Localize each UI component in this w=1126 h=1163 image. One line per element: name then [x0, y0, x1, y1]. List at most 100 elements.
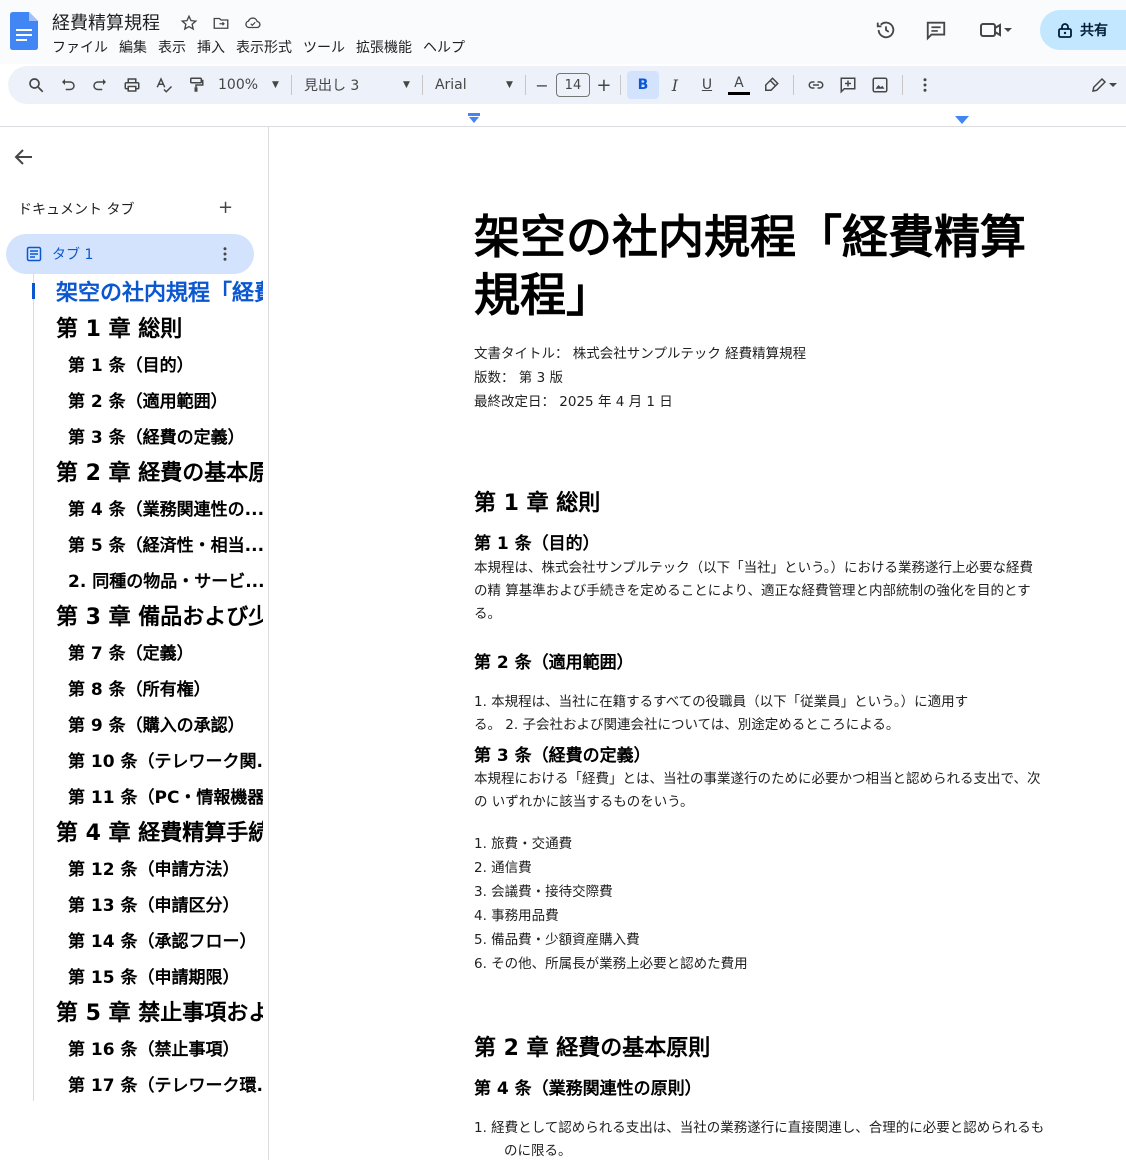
more-vertical-icon[interactable]	[216, 245, 234, 263]
outline-item[interactable]: 第 13 条（申請区分）	[34, 885, 263, 921]
image-icon	[872, 77, 888, 93]
document-tabs-sidebar: ドキュメント タブ + タブ 1 架空の社内規程「経費精... 第 1 章 総則…	[0, 127, 269, 1160]
comments-button[interactable]	[916, 10, 956, 50]
back-arrow-icon[interactable]	[12, 145, 36, 169]
menu-tools[interactable]: ツール	[303, 37, 345, 57]
article-body: 1. 本規程は、当社に在籍するすべての役職員（以下「従業員」という。）に適用す …	[474, 691, 1074, 737]
article-heading: 第 2 条（適用範囲）	[474, 653, 634, 673]
outline-item[interactable]: 第 9 条（購入の承認）	[34, 705, 263, 741]
add-comment-button[interactable]	[832, 71, 864, 99]
left-indent-marker-icon[interactable]	[468, 113, 480, 125]
right-indent-marker-icon[interactable]	[955, 116, 969, 126]
menu-bar: ファイル 編集 表示 挿入 表示形式 ツール 拡張機能 ヘルプ	[52, 37, 476, 57]
document-body[interactable]: 架空の社内規程「経費精算 規程」 文書タイトル： 株式会社サンプルテック 経費精…	[474, 208, 1074, 1163]
outline-item[interactable]: 第 1 条（目的）	[34, 345, 263, 381]
paint-format-icon	[190, 77, 204, 92]
redo-button[interactable]	[84, 71, 116, 99]
insert-image-button[interactable]	[864, 71, 896, 99]
article-body: 本規程は、株式会社サンプルテック（以下「当社」という。）における業務遂行上必要な…	[474, 557, 1074, 626]
outline-item[interactable]: 第 16 条（禁止事項）	[34, 1029, 263, 1065]
article-body: 本規程における「経費」とは、当社の事業遂行のために必要かつ相当と認められる支出で…	[474, 768, 1074, 814]
search-menus-button[interactable]	[20, 71, 52, 99]
highlight-button[interactable]	[755, 71, 787, 99]
menu-file[interactable]: ファイル	[52, 37, 108, 57]
zoom-value: 100%	[218, 77, 259, 93]
search-icon	[29, 78, 44, 93]
list-item: 5. 備品費・少額資産購入費	[474, 932, 640, 948]
outline-item[interactable]: 第 1 章 総則	[34, 309, 263, 345]
pencil-icon	[1092, 77, 1107, 92]
article-heading: 第 4 条（業務関連性の原則）	[474, 1079, 702, 1099]
outline-item[interactable]: 第 17 条（テレワーク環...	[34, 1065, 263, 1101]
tab-1[interactable]: タブ 1	[6, 234, 254, 274]
toolbar: 100% ▼ 見出し 3 ▼ Arial ▼ − 14 + B I U A	[8, 66, 1126, 104]
more-options-button[interactable]	[909, 71, 941, 99]
outline-item[interactable]: 第 12 条（申請方法）	[34, 849, 263, 885]
insert-link-button[interactable]	[800, 71, 832, 99]
outline-item[interactable]: 第 2 章 経費の基本原則	[34, 453, 263, 489]
outline-item[interactable]: 第 8 条（所有権）	[34, 669, 263, 705]
menu-help[interactable]: ヘルプ	[423, 37, 465, 57]
outline-item[interactable]: 第 5 章 禁止事項および留...	[34, 993, 263, 1029]
version-history-button[interactable]	[866, 10, 906, 50]
menu-insert[interactable]: 挿入	[197, 37, 225, 57]
move-folder-icon[interactable]	[210, 12, 232, 34]
outline-item[interactable]: 第 15 条（申請期限）	[34, 957, 263, 993]
body-line: 本規程は、株式会社サンプルテック（以下「当社」という。）における業務遂行上必要な…	[474, 560, 1034, 576]
text-color-button[interactable]: A	[723, 71, 755, 99]
outline-item[interactable]: 第 5 条（経済性・相当...	[34, 525, 263, 561]
meta-revised-date: 最終改定日： 2025 年 4 月 1 日	[474, 394, 673, 410]
outline-item[interactable]: 第 3 条（経費の定義）	[34, 417, 263, 453]
paint-format-button[interactable]	[180, 71, 212, 99]
document-heading-line: 規程」	[474, 268, 612, 322]
toolbar-divider	[290, 75, 292, 95]
zoom-select[interactable]: 100% ▼	[212, 71, 285, 99]
list-item: 6. その他、所属長が業務上必要と認めた費用	[474, 956, 748, 972]
undo-button[interactable]	[52, 71, 84, 99]
font-size-input[interactable]: 14	[555, 73, 590, 97]
cloud-saved-icon[interactable]	[242, 12, 264, 34]
menu-view[interactable]: 表示	[158, 37, 186, 57]
add-comment-icon	[840, 77, 856, 94]
outline-item[interactable]: 第 4 章 経費精算手続き	[34, 813, 263, 849]
print-button[interactable]	[116, 71, 148, 99]
outline-item[interactable]: 第 7 条（定義）	[34, 633, 263, 669]
lock-icon	[1058, 23, 1072, 38]
outline-item[interactable]: 第 14 条（承認フロー）	[34, 921, 263, 957]
editing-mode-button[interactable]	[1082, 71, 1126, 99]
font-select[interactable]: Arial ▼	[429, 71, 519, 99]
chapter-heading: 第 2 章 経費の基本原則	[474, 1036, 711, 1061]
menu-format[interactable]: 表示形式	[236, 37, 292, 57]
list-item: 4. 事務用品費	[474, 908, 559, 924]
outline-item[interactable]: 2. 同種の物品・サービ...	[34, 561, 263, 597]
style-select[interactable]: 見出し 3 ▼	[298, 71, 416, 99]
body-line: 1. 経費として認められる支出は、当社の業務遂行に直接関連し、合理的に必要と認め…	[474, 1120, 1045, 1136]
outline-item[interactable]: 第 11 条（PC・情報機器...	[34, 777, 263, 813]
outline-item[interactable]: 第 2 条（適用範囲）	[34, 381, 263, 417]
redo-icon	[93, 79, 106, 91]
menu-extensions[interactable]: 拡張機能	[356, 37, 412, 57]
document-heading: 架空の社内規程「経費精算 規程」	[474, 208, 1074, 324]
meet-button[interactable]	[970, 10, 1022, 50]
menu-edit[interactable]: 編集	[119, 37, 147, 57]
share-button[interactable]: 共有	[1040, 10, 1126, 50]
italic-button[interactable]: I	[659, 71, 691, 99]
underline-button[interactable]: U	[691, 71, 723, 99]
outline-item[interactable]: 第 4 条（業務関連性の...	[34, 489, 263, 525]
body-line: の精 算基準および手続きを定めることにより、適正な経費管理と内部統制の強化を目的…	[474, 583, 1031, 599]
add-tab-button[interactable]: +	[218, 197, 233, 218]
document-title[interactable]: 経費精算規程	[52, 9, 160, 35]
star-icon[interactable]	[178, 12, 200, 34]
docs-logo-icon[interactable]	[10, 12, 38, 50]
outline-item[interactable]: 第 10 条（テレワーク関...	[34, 741, 263, 777]
increase-font-size-button[interactable]: +	[594, 71, 614, 99]
body-line: る。 2. 子会社および関連会社については、別途定めるところによる。	[474, 717, 900, 733]
bold-button[interactable]: B	[626, 71, 659, 99]
chevron-down-icon	[1109, 83, 1117, 87]
highlighter-icon	[764, 77, 779, 91]
decrease-font-size-button[interactable]: −	[532, 71, 552, 99]
spelling-check-button[interactable]	[148, 71, 180, 99]
outline-item[interactable]: 架空の社内規程「経費精...	[34, 273, 263, 309]
undo-icon	[62, 79, 75, 91]
outline-item[interactable]: 第 3 章 備品および少額資...	[34, 597, 263, 633]
